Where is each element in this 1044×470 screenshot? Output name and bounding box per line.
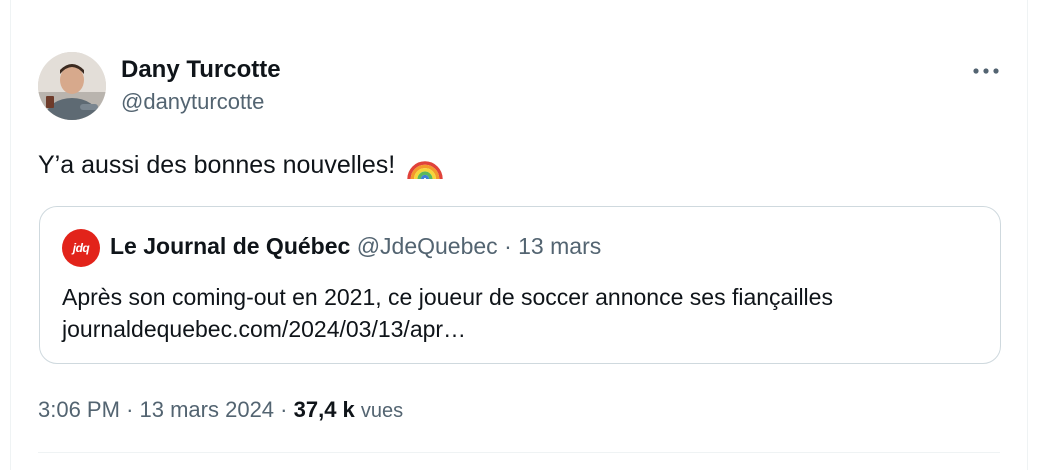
quote-date[interactable]: 13 mars	[518, 233, 601, 259]
quote-text-line: Après son coming-out en 2021, ce joueur …	[62, 284, 833, 310]
more-options-button[interactable]	[964, 56, 1008, 86]
quoted-tweet-card[interactable]: jdq Le Journal de Québec @JdeQuebec · 13…	[39, 206, 1001, 364]
more-options-icon	[973, 68, 999, 74]
quote-avatar-text: jdq	[72, 241, 90, 255]
quote-header: Le Journal de Québec @JdeQuebec · 13 mar…	[110, 233, 601, 260]
quote-avatar[interactable]: jdq	[62, 229, 100, 267]
author-name[interactable]: Dany Turcotte	[121, 56, 281, 84]
footer-separator: ·	[280, 397, 288, 422]
tweet-date[interactable]: 13 mars 2024	[140, 397, 275, 422]
quote-link[interactable]: journaldequebec.com/2024/03/13/apr…	[62, 313, 833, 345]
views-label: vues	[360, 400, 404, 422]
author-avatar[interactable]	[38, 52, 106, 120]
quote-body: Après son coming-out en 2021, ce joueur …	[62, 281, 833, 345]
views-count[interactable]: 37,4 k	[294, 397, 355, 422]
tweet-text-container: Y’a aussi des bonnes nouvelles!	[38, 147, 443, 183]
quote-separator: ·	[504, 233, 512, 259]
tweet-text: Y’a aussi des bonnes nouvelles!	[38, 150, 396, 179]
tweet-footer: 3:06 PM · 13 mars 2024 · 37,4 k vues	[38, 397, 403, 423]
rainbow-emoji	[407, 161, 443, 180]
quote-author-handle[interactable]: @JdeQuebec	[357, 233, 498, 259]
footer-divider	[38, 452, 1000, 453]
author-handle[interactable]: @danyturcotte	[121, 89, 264, 115]
footer-separator: ·	[126, 397, 134, 422]
quote-author-name[interactable]: Le Journal de Québec	[110, 233, 350, 259]
tweet-time[interactable]: 3:06 PM	[38, 397, 120, 422]
